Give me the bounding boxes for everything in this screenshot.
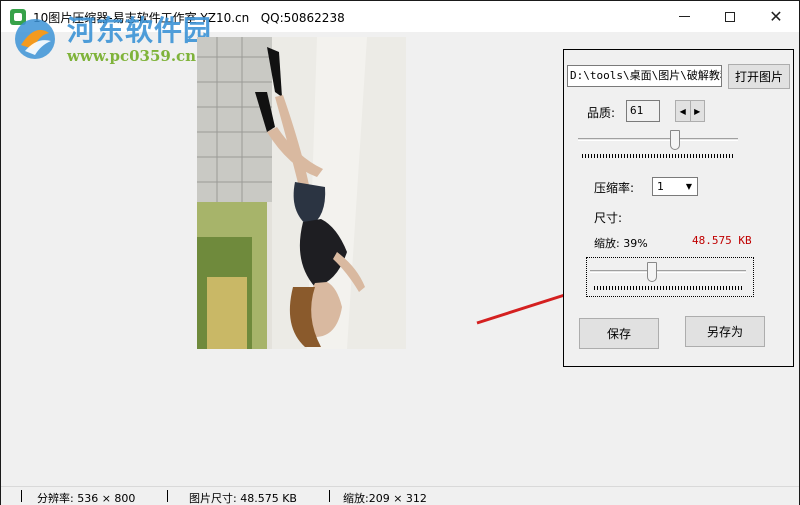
scale-slider-thumb[interactable] — [647, 262, 657, 282]
status-bar: 分辨率: 536 × 800 图片尺寸: 48.575 KB 缩放:209 × … — [1, 486, 799, 505]
spin-right-icon[interactable]: ▶ — [691, 101, 705, 121]
status-separator — [167, 490, 168, 502]
watermark-site-name: 河东软件园 — [67, 14, 213, 47]
quality-slider-thumb[interactable] — [670, 130, 680, 150]
status-separator — [21, 490, 22, 502]
status-image-size: 图片尺寸: 48.575 KB — [189, 492, 297, 505]
save-button[interactable]: 保存 — [579, 318, 659, 349]
scale-slider-track — [590, 270, 746, 273]
settings-panel: D:\tools\桌面\图片\破解教程 打开图片 品质: 61 ◀ ▶ 压缩率:… — [563, 49, 794, 367]
quality-field[interactable]: 61 — [626, 100, 660, 122]
save-as-button[interactable]: 另存为 — [685, 316, 765, 347]
minimize-icon — [678, 16, 690, 17]
compression-ratio-label: 压缩率: — [594, 181, 635, 195]
image-preview — [197, 37, 406, 349]
app-window: 10图片压缩器-易志软件工作室 YZ10.cn QQ:50862238 ✕ 河东… — [0, 0, 800, 505]
watermark-site-url: www.pc0359.cn — [67, 47, 197, 65]
scale-slider-ticks — [594, 286, 742, 290]
scale-slider[interactable] — [590, 262, 746, 294]
quality-slider-ticks — [582, 154, 734, 158]
spin-left-icon[interactable]: ◀ — [676, 101, 691, 121]
quality-spinner[interactable]: ◀ ▶ — [675, 100, 705, 122]
close-button[interactable]: ✕ — [753, 1, 799, 32]
status-resolution: 分辨率: 536 × 800 — [37, 492, 136, 505]
maximize-button[interactable] — [707, 1, 753, 32]
open-image-button[interactable]: 打开图片 — [728, 64, 790, 89]
quality-slider[interactable] — [578, 130, 738, 162]
status-separator — [329, 490, 330, 502]
dimensions-label: 尺寸: — [594, 211, 623, 225]
minimize-button[interactable] — [661, 1, 707, 32]
quality-slider-track — [578, 138, 738, 141]
chevron-down-icon[interactable]: ▼ — [681, 178, 697, 195]
zoom-label: 缩放: 39% — [594, 237, 648, 250]
maximize-icon — [725, 11, 735, 22]
watermark-logo — [15, 19, 55, 59]
compression-ratio-value: 1 — [657, 180, 664, 193]
compression-ratio-select[interactable]: 1 ▼ — [652, 177, 698, 196]
file-path-field[interactable]: D:\tools\桌面\图片\破解教程 — [567, 65, 722, 87]
status-scale: 缩放:209 × 312 — [343, 492, 427, 505]
file-size-value: 48.575 KB — [692, 234, 752, 247]
quality-label: 品质: — [587, 106, 616, 120]
close-icon: ✕ — [769, 6, 783, 26]
